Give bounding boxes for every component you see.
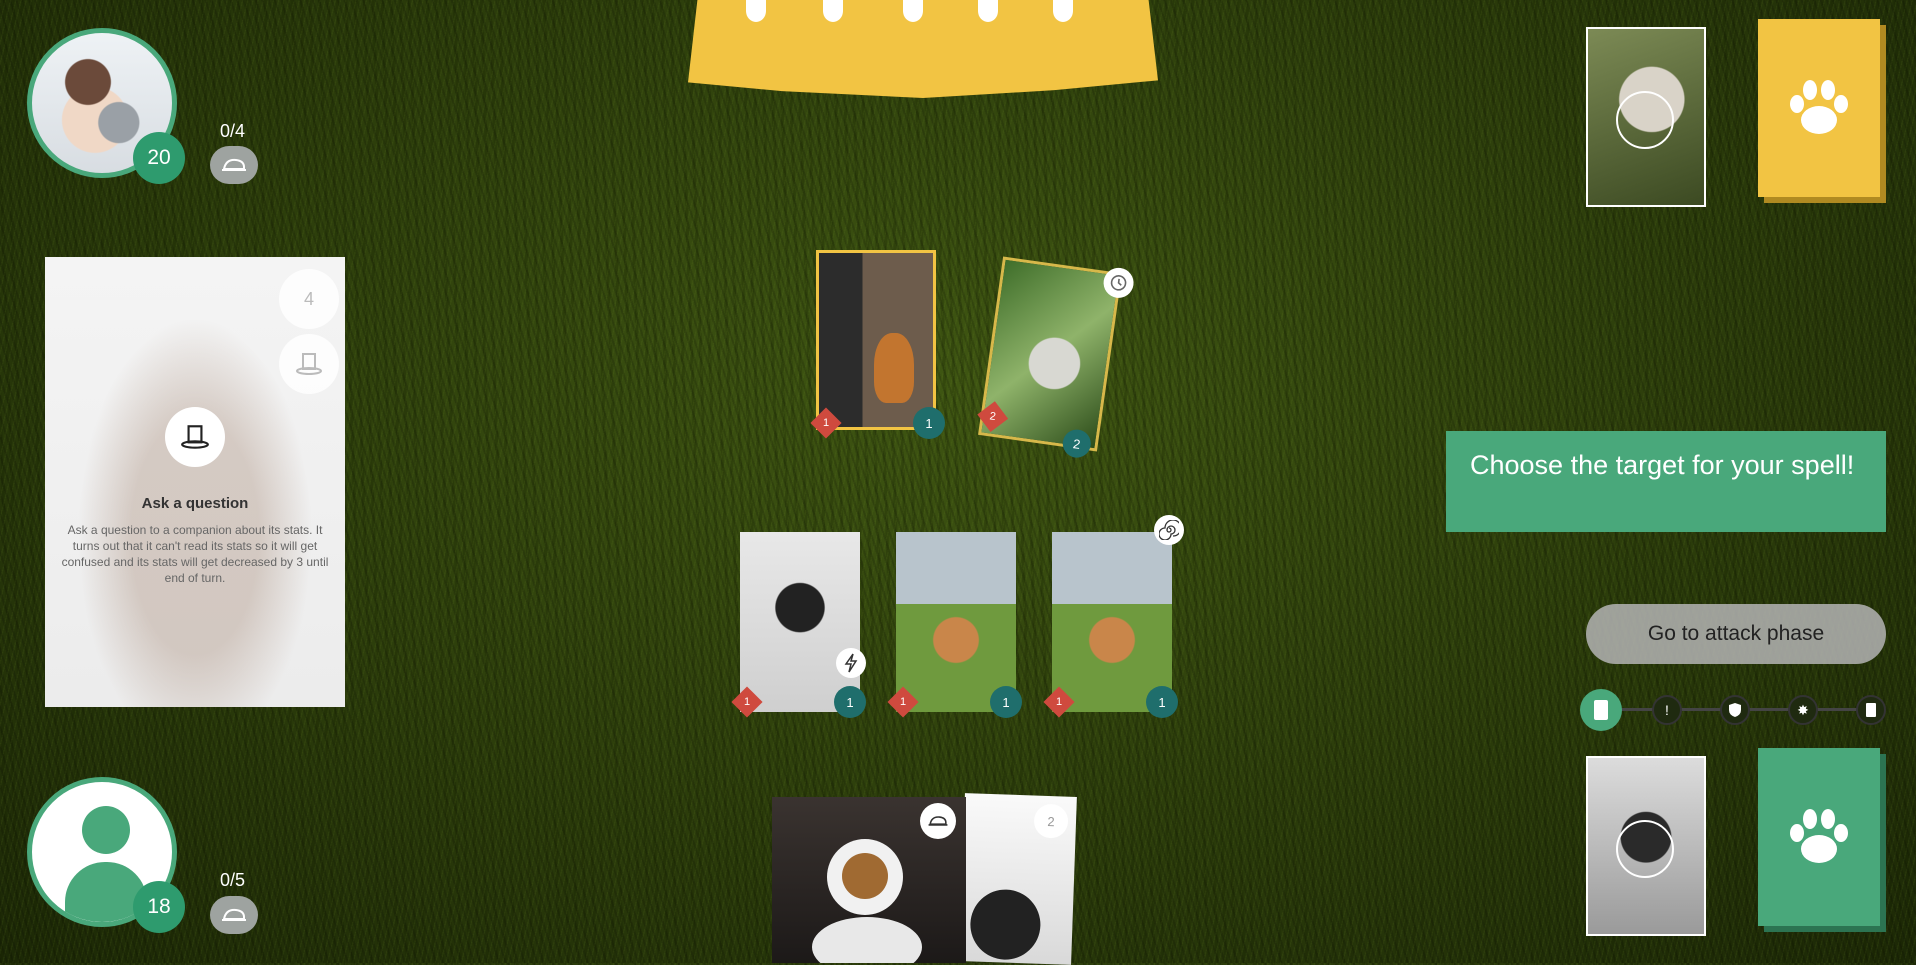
paw-icon	[1790, 80, 1848, 134]
card-back-icon	[903, 0, 923, 22]
spiral-icon	[1154, 515, 1184, 545]
player-board-card[interactable]: 1 1	[731, 532, 866, 718]
card-back-icon	[978, 0, 998, 22]
lightning-icon	[836, 648, 866, 678]
phase-burst-icon: ✸	[1788, 695, 1818, 725]
card-description: Ask a question to a companion about its …	[61, 523, 329, 585]
phase-end-card-icon	[1856, 695, 1886, 725]
phase-shield-icon	[1720, 695, 1750, 725]
opponent-graveyard[interactable]	[1586, 27, 1706, 207]
phase-exclamation-icon: !	[1652, 695, 1682, 725]
sleep-icon	[1616, 91, 1674, 149]
health-dot: 1	[1146, 686, 1178, 718]
food-icon	[920, 803, 956, 839]
pug-card-art	[740, 532, 860, 712]
opponent-board-card[interactable]: 2 2	[977, 256, 1136, 460]
spell-type-icon	[165, 407, 225, 467]
card-title: Ask a question	[141, 495, 249, 512]
opponent-life-badge: 20	[133, 132, 185, 184]
poodle-card-art	[896, 532, 1016, 712]
opponent-food-counter: 0/4	[220, 121, 246, 141]
health-dot: 1	[990, 686, 1022, 718]
card-back-icon	[823, 0, 843, 22]
player-board-card[interactable]: 1 1	[1043, 515, 1184, 718]
opponent-deck[interactable]	[1758, 19, 1880, 197]
paw-icon	[1790, 809, 1848, 863]
sleep-icon	[1616, 820, 1674, 878]
spell-target-prompt: Choose the target for your spell!	[1446, 431, 1886, 532]
player-food-icon	[210, 896, 258, 934]
health-dot: 1	[913, 407, 945, 439]
player-graveyard[interactable]	[1586, 756, 1706, 936]
top-hat-icon	[279, 334, 339, 394]
opponent-board-card[interactable]: 1 1	[810, 250, 945, 439]
hand-card[interactable]	[772, 797, 966, 963]
hand-card[interactable]: 2	[959, 793, 1077, 965]
kitten-card-art	[819, 253, 933, 427]
card-back-icon	[1053, 0, 1073, 22]
player-deck[interactable]	[1758, 748, 1880, 926]
card-cost: 2	[1033, 803, 1069, 839]
opponent-hand	[688, 0, 1158, 98]
player-board-card[interactable]: 1 1	[887, 532, 1022, 718]
player-life-badge: 18	[133, 881, 185, 933]
go-to-attack-phase-button[interactable]: Go to attack phase	[1586, 604, 1886, 664]
phase-card-icon	[1580, 689, 1622, 731]
opponent-food-icon	[210, 146, 258, 184]
poodle-card-art	[1052, 532, 1172, 712]
user-icon	[82, 806, 130, 854]
health-dot: 1	[834, 686, 866, 718]
player-food-counter: 0/5	[220, 870, 246, 890]
card-cost: 4	[279, 269, 339, 329]
card-back-icon	[746, 0, 766, 22]
zoomed-card: 4 Ask a question Ask a question to a com…	[45, 257, 345, 707]
